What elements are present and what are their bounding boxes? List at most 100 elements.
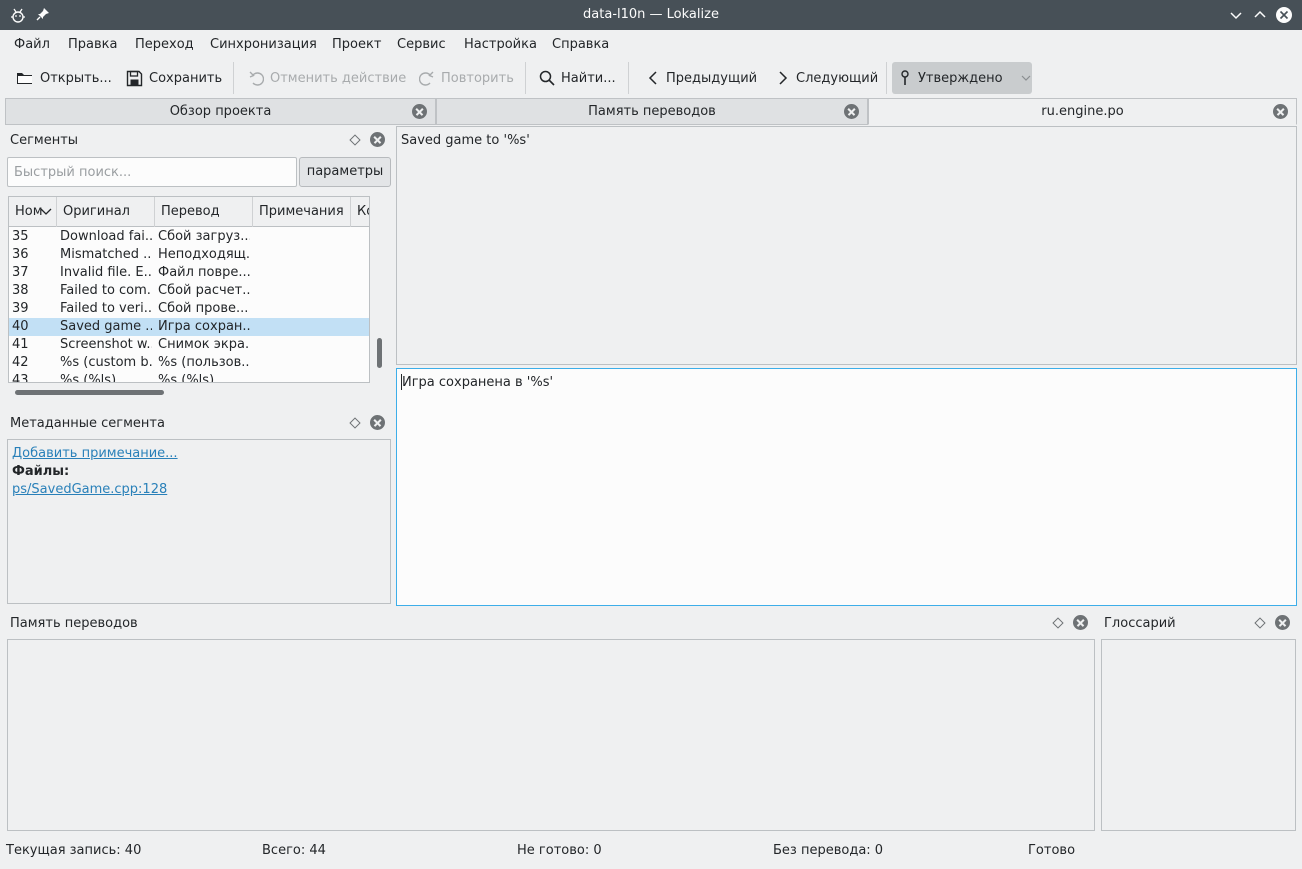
- table-row[interactable]: 35 Download fai... Сбой загруз...: [9, 228, 369, 246]
- column-header-translation[interactable]: Перевод: [155, 197, 253, 227]
- translation-editor[interactable]: [396, 368, 1297, 606]
- status-total: Всего: 44: [262, 843, 326, 858]
- tm-dock-title: Память переводов: [10, 616, 138, 631]
- translation-text[interactable]: Игра сохранена в '%s': [402, 375, 553, 390]
- sort-descending-icon: [40, 208, 52, 215]
- search-params-button[interactable]: параметры: [299, 157, 391, 187]
- minimize-icon[interactable]: [1226, 5, 1246, 25]
- table-row[interactable]: 41 Screenshot w... Снимок экра...: [9, 336, 369, 354]
- approved-label: Утверждено: [918, 70, 1003, 86]
- source-text: Saved game to '%s': [401, 133, 530, 148]
- tab-ru-engine-po[interactable]: ru.engine.po: [868, 98, 1297, 125]
- glossary-panel: [1101, 639, 1296, 831]
- segments-dock-title: Сегменты: [10, 133, 79, 148]
- glossary-dock-title: Глоссарий: [1104, 616, 1176, 631]
- menu-project[interactable]: Проект: [332, 37, 381, 52]
- close-tab-icon[interactable]: [1273, 104, 1288, 119]
- open-label: Открыть...: [40, 70, 112, 86]
- menu-sync[interactable]: Синхронизация: [210, 37, 317, 52]
- find-button[interactable]: Найти...: [533, 62, 622, 94]
- save-label: Сохранить: [149, 70, 223, 86]
- table-row[interactable]: 39 Failed to veri... Сбой прове...: [9, 300, 369, 318]
- table-header: Ном Оригинал Перевод Примечания Ко: [9, 197, 369, 227]
- status-state: Готово: [1028, 843, 1076, 858]
- close-dock-icon[interactable]: [1275, 615, 1290, 630]
- close-dock-icon[interactable]: [370, 132, 385, 147]
- find-label: Найти...: [561, 70, 616, 86]
- text-cursor: [401, 374, 402, 390]
- redo-icon: [419, 71, 434, 86]
- column-header-context[interactable]: Ко: [351, 197, 369, 227]
- chevron-down-icon[interactable]: [1021, 73, 1031, 83]
- approved-toggle-button[interactable]: Утверждено: [892, 62, 1032, 94]
- float-dock-icon[interactable]: [350, 418, 360, 428]
- toolbar-separator: [233, 62, 234, 94]
- table-row-selected[interactable]: 40 Saved game ... Игра сохран...: [9, 318, 369, 336]
- menu-file[interactable]: Файл: [14, 37, 50, 52]
- document-tabbar: Обзор проекта Память переводов ru.engine…: [5, 98, 1297, 125]
- table-row[interactable]: 37 Invalid file. E... Файл повре...: [9, 264, 369, 282]
- search-icon: [539, 70, 555, 86]
- tab-label: ru.engine.po: [1041, 104, 1124, 119]
- menu-help[interactable]: Справка: [552, 37, 609, 52]
- close-tab-icon[interactable]: [844, 104, 859, 119]
- maximize-icon[interactable]: [1250, 5, 1270, 25]
- window-title: data-l10n — Lokalize: [583, 7, 719, 22]
- segments-vertical-scrollbar[interactable]: [377, 338, 382, 368]
- float-dock-icon[interactable]: [350, 135, 360, 145]
- undo-button[interactable]: Отменить действие: [242, 62, 412, 94]
- approved-key-icon: [901, 70, 909, 85]
- next-label: Следующий: [796, 70, 879, 86]
- menu-settings[interactable]: Настройка: [464, 37, 537, 52]
- toolbar-separator: [886, 62, 887, 94]
- source-text-view: [396, 126, 1297, 365]
- quick-search-input[interactable]: Быстрый поиск...: [7, 157, 297, 187]
- add-note-link[interactable]: Добавить примечание...: [12, 446, 178, 461]
- save-button[interactable]: Сохранить: [120, 62, 228, 94]
- segments-dock-controls: [350, 132, 385, 147]
- main-toolbar: Открыть... Сохранить Отменить действие П…: [0, 58, 1302, 98]
- previous-label: Предыдущий: [666, 70, 758, 86]
- menu-edit[interactable]: Правка: [68, 37, 117, 52]
- redo-label: Повторить: [441, 70, 514, 86]
- status-untranslated: Без перевода: 0: [773, 843, 884, 858]
- previous-button[interactable]: Предыдущий: [640, 62, 763, 94]
- column-header-original[interactable]: Оригинал: [57, 197, 155, 227]
- float-dock-icon[interactable]: [1053, 618, 1063, 628]
- chevron-left-icon: [648, 71, 657, 85]
- table-row[interactable]: 36 Mismatched ... Неподходящ...: [9, 246, 369, 264]
- tab-label: Память переводов: [588, 104, 716, 119]
- tm-dock-controls: [1053, 615, 1088, 630]
- next-button[interactable]: Следующий: [770, 62, 884, 94]
- segments-horizontal-scrollbar[interactable]: [15, 390, 164, 395]
- status-current-entry: Текущая запись: 40: [6, 843, 142, 858]
- menubar: Файл Правка Переход Синхронизация Проект…: [0, 30, 1302, 58]
- undo-icon: [249, 71, 264, 86]
- tab-translation-memory[interactable]: Память переводов: [436, 98, 868, 125]
- open-button[interactable]: Открыть...: [10, 62, 118, 94]
- float-dock-icon[interactable]: [1255, 618, 1265, 628]
- tab-project-overview[interactable]: Обзор проекта: [5, 98, 436, 125]
- metadata-panel: Добавить примечание... Файлы: ps/SavedGa…: [7, 439, 391, 604]
- redo-button[interactable]: Повторить: [413, 62, 520, 94]
- table-row[interactable]: 43 %s (%ls) %s (%ls): [9, 372, 369, 382]
- source-file-link[interactable]: ps/SavedGame.cpp:128: [12, 482, 167, 497]
- menu-go[interactable]: Переход: [135, 37, 194, 52]
- segments-table: Ном Оригинал Перевод Примечания Ко 35 Do…: [8, 196, 370, 383]
- toolbar-separator: [628, 62, 629, 94]
- toolbar-separator: [525, 62, 526, 94]
- chevron-right-icon: [779, 71, 788, 85]
- menu-tools[interactable]: Сервис: [397, 37, 446, 52]
- close-tab-icon[interactable]: [412, 104, 427, 119]
- save-icon: [126, 70, 143, 86]
- table-row[interactable]: 38 Failed to com... Сбой расчет...: [9, 282, 369, 300]
- close-dock-icon[interactable]: [370, 415, 385, 430]
- status-fuzzy: Не готово: 0: [517, 843, 602, 858]
- column-header-notes[interactable]: Примечания: [253, 197, 351, 227]
- table-row[interactable]: 42 %s (custom b... %s (пользов...: [9, 354, 369, 372]
- folder-open-icon: [17, 73, 32, 84]
- undo-label: Отменить действие: [270, 70, 407, 86]
- close-window-icon[interactable]: [1274, 5, 1294, 25]
- close-dock-icon[interactable]: [1073, 615, 1088, 630]
- glossary-dock-controls: [1255, 615, 1290, 630]
